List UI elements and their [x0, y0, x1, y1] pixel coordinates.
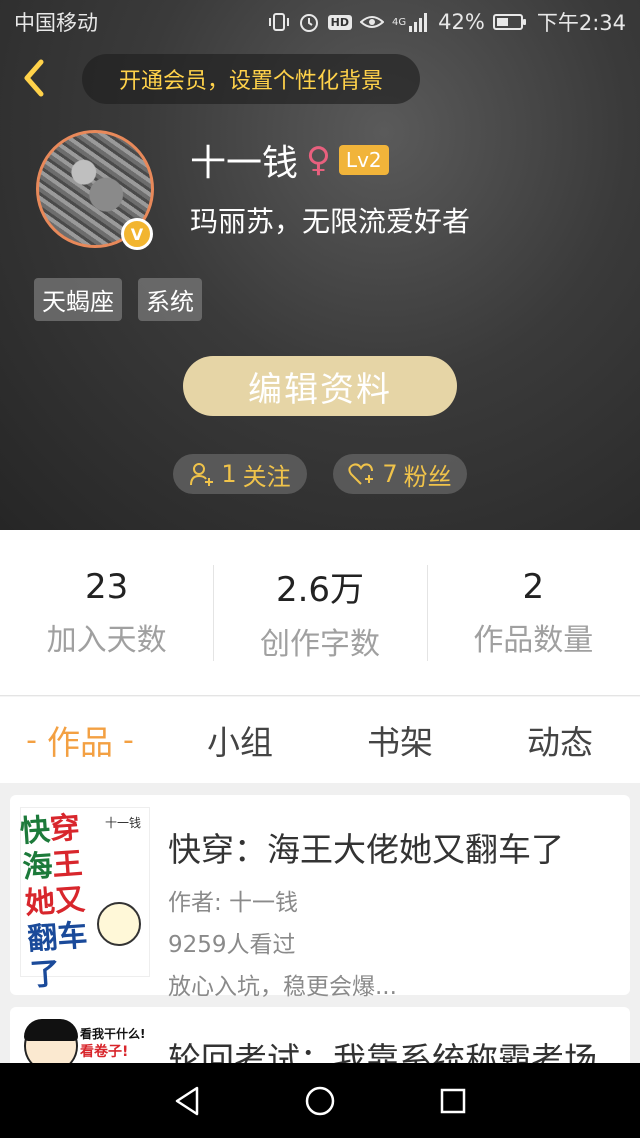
- book-card[interactable]: 快穿海王她又翻车了 十一钱 快穿：海王大佬她又翻车了 作者: 十一钱 9259人…: [10, 795, 630, 1000]
- tab-activity[interactable]: 动态: [480, 716, 640, 764]
- profile-screen: 中国移动 HD 4G 42% 下午2:34 开通会员，设置个性化背景 V 十一钱…: [0, 0, 640, 1138]
- battery-icon: [492, 14, 526, 30]
- fans-count: 7: [382, 460, 398, 488]
- status-icons: HD 4G 42% 下午2:34: [268, 7, 626, 37]
- tag-zodiac: 天蝎座: [34, 278, 122, 321]
- tab-label: 小组: [207, 723, 273, 762]
- heart-plus-icon: [348, 463, 374, 485]
- stats-panel: 23 加入天数 2.6万 创作字数 2 作品数量: [0, 530, 640, 696]
- tab-label: 作品: [47, 723, 113, 762]
- book-title: 轮回考试：我靠系统称霸考场: [168, 1040, 597, 1063]
- gender-female-icon: ♀: [306, 140, 331, 180]
- cover-doodle: [97, 902, 141, 946]
- hd-icon: HD: [327, 14, 353, 30]
- clock: 下午2:34: [536, 11, 626, 35]
- battery-percent: 42%: [438, 10, 485, 34]
- works-list: 快穿海王她又翻车了 十一钱 快穿：海王大佬她又翻车了 作者: 十一钱 9259人…: [0, 783, 640, 1063]
- stat-works-count: 2 作品数量: [426, 564, 640, 661]
- active-indicator-left: -: [26, 722, 37, 758]
- nav-home-button[interactable]: [295, 1076, 345, 1126]
- book-cover: 快穿海王她又翻车了 十一钱: [19, 807, 150, 993]
- fans-button[interactable]: 7 粉丝: [333, 454, 467, 494]
- tab-works[interactable]: - 作品 -: [0, 716, 160, 764]
- cover-text: 看我干什么! 看卷子!: [80, 1027, 146, 1060]
- following-button[interactable]: 1 关注: [173, 454, 307, 494]
- cover-author: 十一钱: [104, 816, 141, 830]
- username: 十一钱: [190, 143, 299, 184]
- vip-banner[interactable]: 开通会员，设置个性化背景: [82, 54, 420, 104]
- tab-groups[interactable]: 小组: [160, 716, 320, 764]
- stat-word-count: 2.6万 创作字数: [213, 564, 426, 662]
- stat-value: 2.6万: [275, 570, 365, 610]
- book-author: 作者: 十一钱: [168, 890, 299, 916]
- cover-face: [24, 1019, 78, 1063]
- username-row: 十一钱 ♀ Lv2: [190, 136, 389, 184]
- profile-tabs: - 作品 - 小组 书架 动态: [0, 697, 640, 783]
- chevron-left-icon: [24, 59, 44, 97]
- circle-home-icon: [305, 1086, 335, 1115]
- user-bio: 玛丽苏，无限流爱好者: [190, 205, 471, 238]
- tab-label: 书架: [367, 723, 433, 762]
- stat-value: 2: [522, 566, 545, 607]
- following-label: 关注: [242, 462, 291, 491]
- stat-label: 创作字数: [259, 627, 380, 662]
- square-recent-icon: [441, 1088, 466, 1113]
- cover-title: 快穿海王她又翻车了: [18, 810, 89, 994]
- system-nav-bar: [0, 1063, 640, 1138]
- stat-join-days: 23 加入天数: [0, 565, 213, 661]
- stat-label: 作品数量: [473, 622, 594, 658]
- book-views: 9259人看过: [168, 932, 296, 958]
- active-indicator-right: -: [123, 722, 134, 758]
- stat-label: 加入天数: [46, 622, 167, 658]
- user-plus-icon: [190, 463, 214, 486]
- vibrate-icon: [268, 12, 290, 32]
- nav-recent-button[interactable]: [428, 1076, 478, 1126]
- status-bar: 中国移动 HD 4G 42% 下午2:34: [0, 0, 640, 44]
- book-card[interactable]: 看我干什么! 看卷子! 轮回考试：我靠系统称霸考场: [10, 1007, 630, 1063]
- level-badge: Lv2: [338, 145, 389, 175]
- back-button[interactable]: [14, 56, 54, 100]
- nav-back-button[interactable]: [162, 1076, 212, 1126]
- fans-label: 粉丝: [403, 462, 452, 491]
- book-cover: 看我干什么! 看卷子!: [20, 1019, 150, 1063]
- book-description: 放心入坑，稳更会爆...: [168, 974, 397, 1000]
- eye-icon: [360, 14, 385, 30]
- triangle-back-icon: [175, 1086, 198, 1115]
- following-count: 1: [221, 460, 237, 488]
- alarm-icon: [298, 11, 320, 33]
- tab-label: 动态: [527, 723, 593, 762]
- profile-tags: 天蝎座 系统: [34, 278, 202, 321]
- tag-system: 系统: [138, 278, 202, 321]
- book-title: 快穿：海王大佬她又翻车了: [168, 830, 564, 869]
- signal-icon: 4G: [392, 12, 430, 32]
- carrier-label: 中国移动: [14, 11, 98, 35]
- profile-header: 中国移动 HD 4G 42% 下午2:34 开通会员，设置个性化背景 V 十一钱…: [0, 0, 640, 530]
- verified-badge: V: [121, 218, 153, 250]
- edit-profile-button[interactable]: 编辑资料: [183, 356, 457, 416]
- stat-value: 23: [85, 566, 129, 607]
- tab-bookshelf[interactable]: 书架: [320, 716, 480, 764]
